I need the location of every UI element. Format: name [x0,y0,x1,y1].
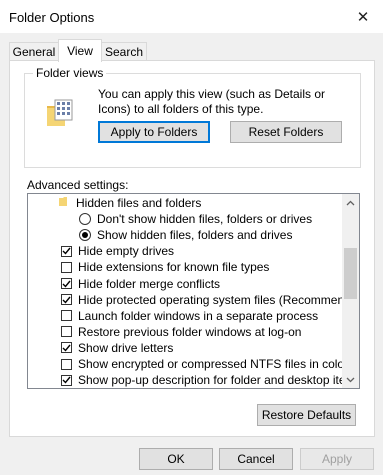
option-label: Launch folder windows in a separate proc… [78,308,319,323]
scroll-thumb[interactable] [344,248,357,299]
option-label: Hide protected operating system files (R… [78,292,360,307]
checked-checkbox-icon[interactable] [61,294,72,306]
option-label: Show hidden files, folders and drives [97,228,293,243]
checkbox-option[interactable]: Show encrypted or compressed NTFS files … [61,356,355,372]
folder-views-description: You can apply this view (such as Details… [98,87,326,116]
close-icon[interactable]: ✕ [351,6,375,28]
option-label: Hidden files and folders [76,196,202,210]
folder-options-dialog: Folder Options ✕ General View Search Fol… [0,0,383,475]
restore-defaults-button[interactable]: Restore Defaults [257,404,356,426]
scroll-down-icon[interactable] [342,371,359,388]
option-label: Hide extensions for known file types [78,260,270,275]
ok-button[interactable]: OK [139,448,213,470]
checked-checkbox-icon[interactable] [61,342,72,354]
folder-icon [59,196,71,210]
option-label: Show encrypted or compressed NTFS files … [78,357,355,371]
folder-view-icon [47,99,73,126]
option-label: Restore previous folder windows at log-o… [78,324,302,339]
checkbox-option[interactable]: Show drive letters [61,340,173,356]
checkbox-option[interactable]: Hide empty drives [61,243,174,259]
option-label: Don't show hidden files, folders or driv… [97,212,313,227]
advanced-settings-list[interactable]: Hidden files and folders Don't show hidde… [27,193,360,389]
vertical-scrollbar[interactable] [342,194,359,388]
checked-checkbox-icon[interactable] [61,374,72,386]
option-label: Hide folder merge conflicts [78,276,221,291]
tab-view[interactable]: View [58,39,102,62]
unchecked-checkbox-icon[interactable] [61,358,72,370]
title-bar: Folder Options ✕ [0,0,383,33]
reset-folders-button[interactable]: Reset Folders [230,121,342,143]
radio-option[interactable]: Show hidden files, folders and drives [79,227,292,243]
unchecked-checkbox-icon[interactable] [61,326,72,338]
checkbox-option[interactable]: Launch folder windows in a separate proc… [61,308,318,324]
apply-button[interactable]: Apply [300,448,374,470]
checkbox-option[interactable]: Show pop-up description for folder and d… [61,372,360,388]
unchecked-checkbox-icon[interactable] [61,261,72,273]
scroll-up-icon[interactable] [342,194,359,211]
checked-checkbox-icon[interactable] [61,278,72,289]
tab-general[interactable]: General [9,42,59,61]
view-tab-panel: Folder views You can apply this view (su… [9,60,375,437]
checkbox-option[interactable]: Hide folder merge conflicts [61,276,220,292]
radio-icon[interactable] [79,213,91,226]
unchecked-checkbox-icon[interactable] [61,310,72,322]
option-label: Hide empty drives [78,244,175,259]
option-label: Show drive letters [78,340,174,355]
checkbox-option[interactable]: Restore previous folder windows at log-o… [61,324,301,340]
tab-strip: General View Search [0,39,383,62]
checked-checkbox-icon[interactable] [61,245,72,257]
radio-option[interactable]: Don't show hidden files, folders or driv… [79,211,312,227]
apply-to-folders-button[interactable]: Apply to Folders [98,121,210,143]
checkbox-option[interactable]: Hide extensions for known file types [61,259,269,275]
tab-search[interactable]: Search [101,42,147,61]
checkbox-option[interactable]: Hide protected operating system files (R… [61,292,360,308]
folder-views-label: Folder views [33,66,107,80]
option-label: Show pop-up description for folder and d… [78,373,360,388]
advanced-settings-label: Advanced settings: [27,178,129,192]
selected-radio-icon[interactable] [79,229,91,242]
folder-views-group: Folder views You can apply this view (su… [24,66,361,168]
cancel-button[interactable]: Cancel [219,448,293,470]
tree-folder-item: Hidden files and folders [59,195,201,211]
window-title: Folder Options [9,10,95,25]
